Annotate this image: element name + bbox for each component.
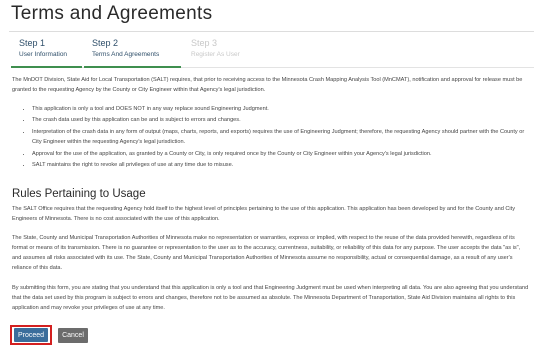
list-item: Approval for the use of the application,… bbox=[32, 149, 531, 159]
rules-paragraph-1: The SALT Office requires that the reques… bbox=[12, 206, 516, 222]
step-label: Register As User bbox=[191, 51, 240, 58]
step-label: Terms And Agreements bbox=[92, 51, 160, 58]
intro-paragraph: The MnDOT Division, State Aid for Local … bbox=[12, 77, 523, 93]
wizard-steps: Step 1 User Information Step 2 Terms And… bbox=[11, 37, 534, 68]
step-number: Step 1 bbox=[19, 38, 46, 48]
step-label: User Information bbox=[19, 51, 68, 58]
page-title: Terms and Agreements bbox=[11, 3, 213, 24]
step-user-information[interactable]: Step 1 User Information bbox=[11, 37, 82, 68]
list-item: The crash data used by this application … bbox=[32, 115, 531, 125]
step-register-as-user: Step 3 Register As User bbox=[183, 37, 263, 66]
list-item: Interpretation of the crash data in any … bbox=[32, 127, 531, 148]
proceed-button[interactable]: Proceed bbox=[14, 328, 48, 342]
terms-list: This application is only a tool and DOES… bbox=[12, 104, 531, 171]
step-number: Step 3 bbox=[191, 38, 218, 48]
cancel-button[interactable]: Cancel bbox=[58, 328, 88, 343]
title-divider bbox=[9, 31, 534, 32]
list-item: SALT maintains the right to revoke all p… bbox=[32, 160, 531, 170]
rules-heading: Rules Pertaining to Usage bbox=[12, 188, 146, 200]
step-number: Step 2 bbox=[92, 38, 119, 48]
rules-paragraph-2: The State, County and Municipal Transpor… bbox=[12, 235, 521, 271]
step-terms-and-agreements[interactable]: Step 2 Terms And Agreements bbox=[84, 37, 181, 68]
list-item: This application is only a tool and DOES… bbox=[32, 104, 531, 114]
terms-page: Terms and Agreements Step 1 User Informa… bbox=[0, 0, 543, 347]
rules-paragraph-3: By submitting this form, you are stating… bbox=[12, 285, 529, 311]
